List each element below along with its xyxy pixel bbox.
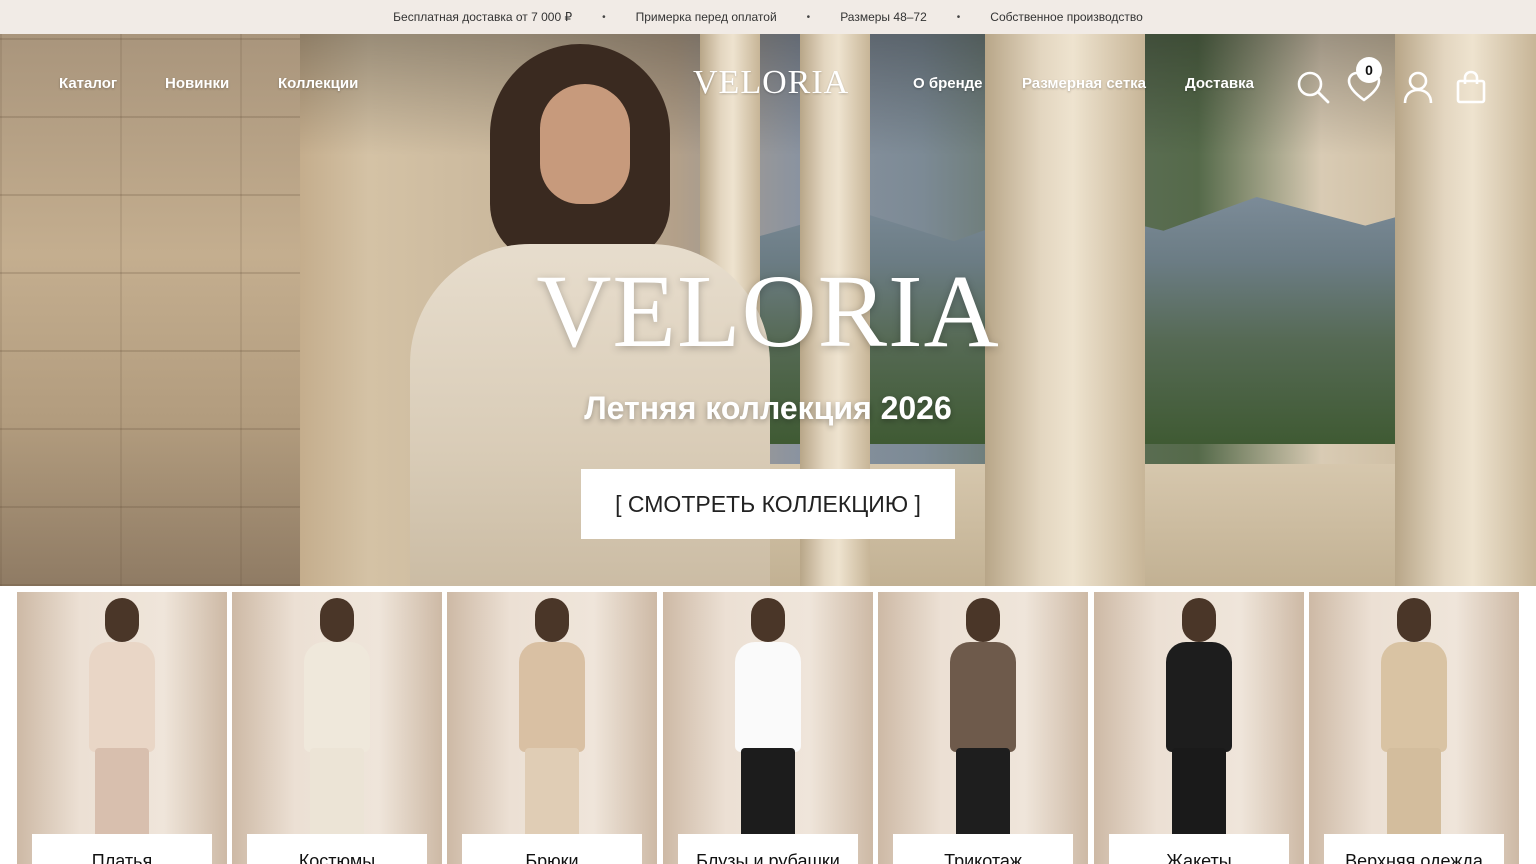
category-label-text: Жакеты [1166,851,1232,864]
model-top [1381,642,1447,752]
model-top [89,642,155,752]
model-top [1166,642,1232,752]
category-label: Трикотаж [893,834,1073,864]
nav-new-arrivals[interactable]: Новинки [165,75,229,92]
model-top [519,642,585,752]
category-image [723,598,813,864]
category-label-text: Блузы и рубашки [696,851,840,864]
model-top [304,642,370,752]
bag-icon[interactable] [1454,70,1488,104]
category-card-outerwear[interactable]: Верхняя одежда [1309,592,1519,864]
announcement-separator: • [602,11,606,23]
model-head [105,598,139,642]
view-collection-button[interactable]: [ СМОТРЕТЬ КОЛЛЕКЦИЮ ] [581,469,955,539]
site-header: Каталог Новинки Коллекции VELORIA О брен… [0,34,1536,134]
model-top [735,642,801,752]
category-image [507,598,597,864]
category-card-suits[interactable]: Костюмы [232,592,442,864]
category-card-knitwear[interactable]: Трикотаж [878,592,1088,864]
site-logo[interactable]: VELORIA [693,64,849,102]
category-label: Блузы и рубашки [678,834,858,864]
category-label-text: Трикотаж [944,851,1022,864]
category-label-text: Платья [91,851,153,864]
nav-collections[interactable]: Коллекции [278,75,358,92]
category-label-text: Брюки [525,851,579,864]
announcement-try-on: Примерка перед оплатой [635,10,777,24]
nav-size-chart[interactable]: Размерная сетка [1022,75,1146,92]
nav-catalog[interactable]: Каталог [59,75,117,92]
category-label: Жакеты [1109,834,1289,864]
nav-about-brand[interactable]: О бренде [913,75,983,92]
category-card-blouses[interactable]: Блузы и рубашки [663,592,873,864]
model-head [751,598,785,642]
announcement-own-production: Собственное производство [990,10,1143,24]
category-label: Костюмы [247,834,427,864]
category-image [1154,598,1244,864]
category-label-text: Верхняя одежда [1345,851,1483,864]
announcement-sizes: Размеры 48–72 [840,10,927,24]
category-image [1369,598,1459,864]
user-icon[interactable] [1401,70,1435,104]
category-label-text: Костюмы [298,851,376,864]
hero-title: VELORIA [536,254,1000,369]
model-head [320,598,354,642]
category-label: Верхняя одежда [1324,834,1504,864]
announcement-separator: • [956,11,961,23]
model-head [966,598,1000,642]
announcement-separator: • [806,11,811,23]
search-icon[interactable] [1296,70,1330,104]
model-head [1182,598,1216,642]
category-card-jackets[interactable]: Жакеты [1094,592,1304,864]
category-image [292,598,382,864]
category-label: Платья [32,834,212,864]
nav-delivery[interactable]: Доставка [1185,75,1254,92]
category-card-dresses[interactable]: Платья [17,592,227,864]
model-top [950,642,1016,752]
model-head [1397,598,1431,642]
model-head [535,598,569,642]
category-card-trousers[interactable]: Брюки [447,592,657,864]
hero-subtitle: Летняя коллекция 2026 [584,390,952,426]
category-image [77,598,167,864]
announcement-bar: Бесплатная доставка от 7 000 ₽ • Примерк… [0,0,1536,34]
category-strip: Платья Костюмы Брюки Блузы и рубашки Три… [0,586,1536,864]
category-label: Брюки [462,834,642,864]
announcement-free-delivery: Бесплатная доставка от 7 000 ₽ [393,10,573,24]
wishlist-count-badge: 0 [1356,57,1382,83]
category-image [938,598,1028,864]
